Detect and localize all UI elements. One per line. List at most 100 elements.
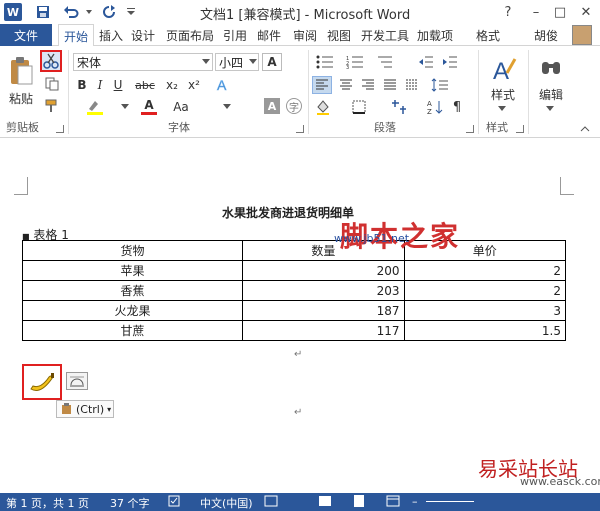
paste-options-button[interactable]: (Ctrl) ▾ [56, 400, 114, 418]
font-launcher-icon[interactable] [296, 125, 304, 133]
tab-review[interactable]: 审阅 [290, 24, 320, 46]
bold-button[interactable]: B [74, 76, 90, 94]
print-layout-icon[interactable] [352, 495, 366, 510]
document-title[interactable]: 水果批发商进退货明细单 [222, 204, 354, 221]
decrease-indent-icon[interactable] [416, 54, 436, 70]
help-button[interactable]: ? [494, 0, 522, 24]
enclose-char-button[interactable]: 字 [286, 98, 302, 114]
tab-developer[interactable]: 开发工具 [358, 24, 412, 46]
web-layout-icon[interactable] [386, 495, 400, 510]
restore-button[interactable]: □ [546, 0, 574, 24]
show-marks-icon[interactable]: ¶ [448, 98, 466, 116]
language[interactable]: 中文(中国) [200, 495, 253, 511]
tab-file[interactable]: 文件 [0, 24, 52, 46]
text-effects-icon[interactable]: A [212, 76, 234, 94]
tab-home[interactable]: 开始 [58, 24, 94, 47]
collapse-ribbon-icon[interactable] [578, 124, 592, 134]
copy-icon[interactable] [43, 76, 61, 92]
zoom-out-icon[interactable]: – [412, 495, 418, 508]
paragraph-launcher-icon[interactable] [466, 125, 474, 133]
bullets-icon[interactable] [314, 54, 336, 70]
styles-icon[interactable]: A [488, 54, 518, 84]
table-header-row[interactable]: 货物 数量 单价 [21, 240, 567, 261]
table-cell[interactable]: 187 [242, 300, 405, 321]
chevron-down-icon[interactable] [200, 54, 212, 70]
increase-indent-icon[interactable] [440, 54, 460, 70]
chevron-down-icon[interactable] [247, 54, 259, 70]
tab-references[interactable]: 引用 [220, 24, 250, 46]
multilevel-list-icon[interactable] [374, 54, 396, 70]
editing-button[interactable]: 编辑 [532, 86, 570, 102]
save-icon[interactable] [34, 3, 52, 21]
tab-page-layout[interactable]: 页面布局 [162, 24, 218, 46]
numbering-icon[interactable]: 123 [344, 54, 366, 70]
align-center-icon[interactable] [336, 76, 356, 94]
table-cell[interactable]: 203 [242, 280, 405, 301]
underline-button[interactable]: U [110, 76, 126, 94]
pasted-picture[interactable] [22, 364, 62, 400]
chevron-down-icon[interactable] [218, 98, 236, 116]
format-painter-icon[interactable] [43, 98, 61, 114]
customize-quick-access-icon[interactable] [124, 3, 138, 21]
tab-insert[interactable]: 插入 [96, 24, 126, 46]
table-cell[interactable]: 甘蔗 [21, 320, 244, 341]
styles-button[interactable]: 样式 [484, 86, 522, 102]
justify-icon[interactable] [380, 76, 400, 94]
align-left-icon[interactable] [312, 76, 332, 94]
change-case-button[interactable]: Aa [166, 98, 196, 116]
paste-button[interactable]: 粘贴 [4, 90, 38, 106]
align-right-icon[interactable] [358, 76, 378, 94]
clipboard-launcher-icon[interactable] [56, 125, 64, 133]
styles-launcher-icon[interactable] [516, 125, 524, 133]
close-button[interactable]: ✕ [572, 0, 600, 24]
table-row[interactable]: 苹果 200 2 [21, 260, 567, 281]
line-spacing-icon[interactable] [428, 76, 452, 94]
table-cell[interactable]: 苹果 [21, 260, 244, 281]
table-cell[interactable]: 火龙果 [21, 300, 244, 321]
tab-mailings[interactable]: 邮件 [254, 24, 284, 46]
highlight-button[interactable] [82, 98, 112, 116]
table-cell[interactable]: 1.5 [403, 320, 567, 341]
table-row[interactable]: 香蕉 203 2 [21, 280, 567, 301]
macro-icon[interactable] [264, 495, 278, 510]
chevron-down-icon[interactable] [492, 104, 512, 114]
read-mode-icon[interactable] [318, 495, 332, 510]
document-page[interactable]: 水果批发商进退货明细单 ■ 表格 1 货物 数量 单价 苹果 200 2 香蕉 … [0, 139, 600, 493]
zoom-slider[interactable] [426, 501, 474, 502]
find-binoculars-icon[interactable] [538, 54, 564, 80]
tab-addins[interactable]: 加载项 [414, 24, 456, 46]
user-name[interactable]: 胡俊 [534, 27, 558, 44]
tab-design[interactable]: 设计 [128, 24, 158, 46]
table-cell[interactable]: 2 [403, 280, 567, 301]
chevron-down-icon[interactable] [116, 98, 134, 116]
undo-icon[interactable] [60, 3, 82, 21]
strikethrough-button[interactable]: abc [132, 76, 158, 94]
cut-icon[interactable] [40, 50, 62, 72]
borders-icon[interactable] [348, 98, 370, 116]
undo-dropdown-icon[interactable] [84, 3, 94, 21]
chinese-layout-icon[interactable] [386, 98, 412, 116]
italic-button[interactable]: I [92, 76, 108, 94]
table-cell[interactable]: 货物 [21, 240, 244, 261]
layout-options-icon[interactable] [66, 372, 88, 390]
font-name-select[interactable]: 宋体 [73, 53, 213, 71]
table-cell[interactable]: 3 [403, 300, 567, 321]
font-color-button[interactable]: A [136, 98, 162, 116]
redo-icon[interactable] [100, 3, 118, 21]
distributed-icon[interactable] [402, 76, 422, 94]
tab-format[interactable]: 格式 [470, 24, 506, 46]
superscript-button[interactable]: x² [184, 76, 204, 94]
avatar[interactable] [572, 25, 592, 45]
word-count[interactable]: 37 个字 [110, 495, 150, 511]
tab-view[interactable]: 视图 [324, 24, 354, 46]
shading-icon[interactable] [312, 98, 334, 116]
table-cell[interactable]: 2 [403, 260, 567, 281]
table-cell[interactable]: 香蕉 [21, 280, 244, 301]
paste-icon[interactable] [6, 54, 36, 88]
table-row[interactable]: 火龙果 187 3 [21, 300, 567, 321]
table-row[interactable]: 甘蔗 117 1.5 [21, 320, 567, 341]
table-cell[interactable]: 200 [242, 260, 405, 281]
proofing-icon[interactable] [168, 495, 182, 510]
page-count[interactable]: 第 1 页，共 1 页 [6, 495, 89, 511]
sort-icon[interactable]: AZ [424, 98, 446, 116]
